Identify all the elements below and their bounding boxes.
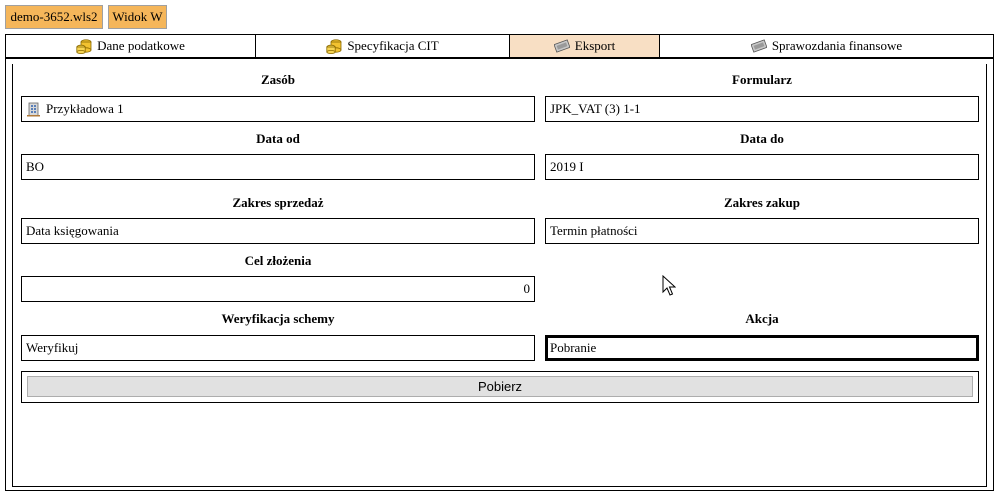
export-icon bbox=[750, 39, 767, 53]
coins-icon bbox=[326, 39, 342, 54]
action-label: Akcja bbox=[745, 311, 779, 326]
file-button[interactable]: demo-3652.wls2 bbox=[5, 5, 103, 29]
tab-label: Specyfikacja CIT bbox=[347, 38, 439, 53]
schema-verification-label: Weryfikacja schemy bbox=[221, 311, 335, 326]
export-panel bbox=[5, 58, 994, 491]
tab-specyfikacja-cit[interactable]: Specyfikacja CIT bbox=[256, 35, 510, 57]
export-icon bbox=[553, 39, 570, 53]
purchase-range-label: Zakres zakup bbox=[724, 195, 800, 210]
date-from-value: BO bbox=[26, 159, 45, 174]
sales-range-field[interactable]: Data księgowania bbox=[21, 218, 535, 244]
purchase-range-value: Termin płatności bbox=[550, 223, 638, 238]
sales-range-label: Zakres sprzedaż bbox=[232, 195, 324, 210]
tab-eksport[interactable]: Eksport bbox=[510, 35, 660, 57]
mouse-cursor-icon bbox=[662, 275, 676, 296]
schema-verification-value: Weryfikuj bbox=[26, 340, 79, 355]
sales-range-value: Data księgowania bbox=[26, 223, 119, 238]
date-to-field[interactable]: 2019 I bbox=[545, 154, 979, 180]
resource-label: Zasób bbox=[261, 72, 295, 87]
building-icon bbox=[27, 102, 40, 117]
purpose-field[interactable]: 0 bbox=[21, 276, 535, 302]
coins-icon bbox=[76, 39, 92, 54]
tab-bar: Dane podatkowe Specyfikacja CIT Eksport bbox=[5, 34, 994, 58]
tab-label: Dane podatkowe bbox=[97, 38, 185, 53]
tab-label: Sprawozdania finansowe bbox=[771, 38, 903, 53]
form-type-field[interactable]: JPK_VAT (3) 1-1 bbox=[545, 96, 979, 122]
date-to-value: 2019 I bbox=[550, 159, 584, 174]
date-to-label: Data do bbox=[740, 131, 784, 146]
date-from-label: Data od bbox=[256, 131, 300, 146]
schema-verification-field[interactable]: Weryfikuj bbox=[21, 335, 535, 361]
tab-dane-podatkowe[interactable]: Dane podatkowe bbox=[6, 35, 256, 57]
download-button[interactable]: Pobierz bbox=[27, 376, 973, 397]
action-button-container: Pobierz bbox=[21, 371, 979, 403]
resource-value: Przykładowa 1 bbox=[46, 101, 124, 116]
form-type-label: Formularz bbox=[732, 72, 792, 87]
resource-field[interactable]: Przykładowa 1 bbox=[21, 96, 535, 122]
form-type-value: JPK_VAT (3) 1-1 bbox=[550, 101, 641, 116]
tab-label: Eksport bbox=[574, 38, 616, 53]
action-value: Pobranie bbox=[550, 340, 597, 355]
view-button[interactable]: Widok W bbox=[108, 5, 167, 29]
purchase-range-field[interactable]: Termin płatności bbox=[545, 218, 979, 244]
date-from-field[interactable]: BO bbox=[21, 154, 535, 180]
purpose-label: Cel złożenia bbox=[244, 253, 312, 268]
action-field[interactable]: Pobranie bbox=[545, 335, 979, 361]
purpose-value: 0 bbox=[523, 281, 531, 296]
tab-sprawozdania-finansowe[interactable]: Sprawozdania finansowe bbox=[660, 35, 993, 57]
